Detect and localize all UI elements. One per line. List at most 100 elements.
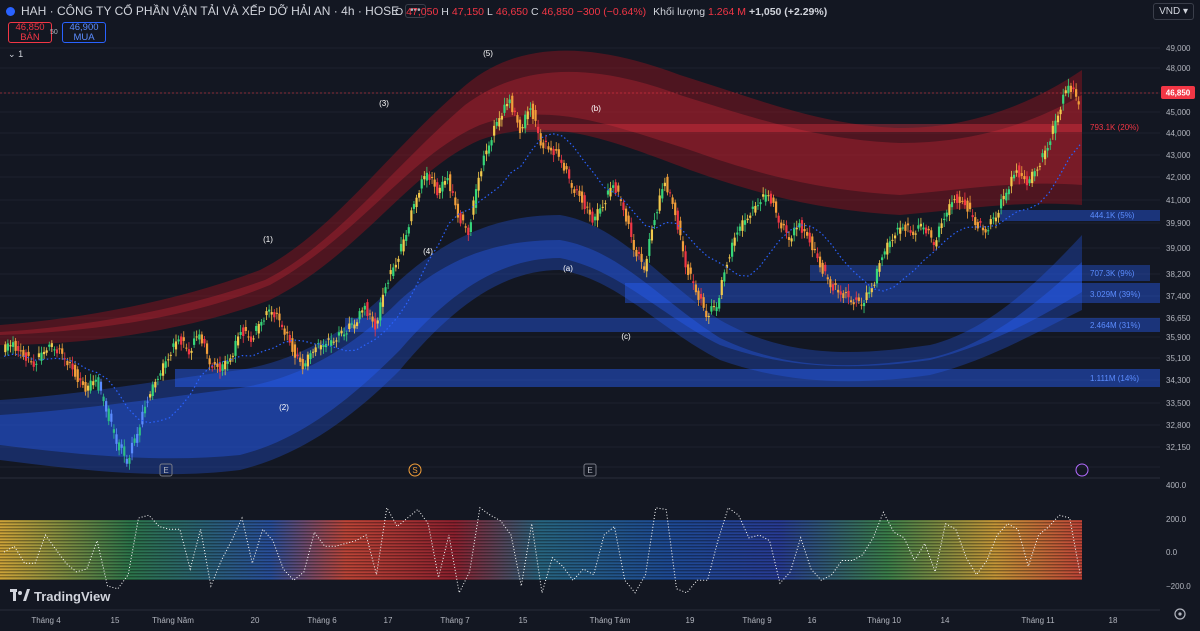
- candle-body: [314, 347, 317, 353]
- candle-body: [606, 190, 610, 195]
- candle-body: [45, 350, 48, 353]
- candle-body: [935, 240, 938, 247]
- candle-body: [123, 446, 126, 456]
- candle-body: [767, 195, 770, 197]
- event-markers[interactable]: ESE: [159, 463, 1089, 477]
- candle-body: [451, 191, 454, 193]
- candle-body: [335, 340, 338, 342]
- candle-body: [565, 166, 568, 170]
- candle-body: [138, 427, 141, 436]
- buy-button[interactable]: 46,900 MUA: [62, 22, 106, 43]
- candle-body: [549, 147, 553, 151]
- candle-body: [612, 185, 615, 188]
- candle-body: [552, 148, 555, 156]
- time-tick-label: 19: [686, 616, 695, 625]
- candle-body: [635, 249, 638, 257]
- candle-body: [534, 110, 537, 121]
- candle-body: [418, 192, 421, 198]
- currency-selector[interactable]: VND ▾: [1153, 3, 1194, 20]
- candle-body: [24, 352, 28, 361]
- earnings-marker-label: E: [587, 466, 592, 475]
- wave-label: (1): [263, 235, 273, 244]
- candle-body: [759, 202, 762, 205]
- candle-body: [914, 233, 917, 235]
- candle-body: [107, 408, 110, 422]
- candle-body: [906, 223, 910, 226]
- candle-body: [296, 354, 299, 357]
- candle-body: [568, 169, 571, 179]
- price-chart[interactable]: (1) (2) (3) (4) (5) (a) (b) (c) 793.1K (20%) 444…: [0, 0, 1200, 631]
- price-tick-label: 37,400: [1166, 292, 1191, 301]
- symbol-title[interactable]: HAH · CÔNG TY CỔ PHẦN VẬN TẢI VÀ XẾP DỠ …: [21, 4, 399, 18]
- candle-body: [893, 235, 897, 239]
- time-tick-label: Tháng Tám: [590, 616, 631, 625]
- candle-body: [58, 348, 61, 350]
- candle-body: [283, 328, 286, 335]
- candle-body: [500, 115, 504, 120]
- candle-body: [948, 204, 951, 216]
- candle-body: [513, 110, 516, 113]
- oscillator-tick-label: −200.0: [1166, 582, 1191, 591]
- candle-body: [834, 283, 837, 285]
- candle-body: [904, 224, 907, 231]
- tradingview-logo[interactable]: TradingView: [10, 589, 110, 604]
- spread-value: 50: [50, 29, 58, 36]
- candle-body: [293, 344, 297, 358]
- candle-body: [1041, 153, 1044, 158]
- price-axis[interactable]: 49,000 48,000 45,000 44,000 43,000 42,000 41,0…: [1166, 44, 1191, 452]
- candle-body: [984, 229, 987, 233]
- candle-body: [762, 194, 765, 197]
- candle-body: [720, 280, 723, 296]
- candle-body: [42, 351, 46, 355]
- candle-body: [604, 203, 607, 205]
- candle-body: [136, 433, 139, 443]
- candle-body: [837, 289, 840, 293]
- candle-body: [105, 401, 108, 412]
- candle-body: [580, 191, 584, 203]
- candle-body: [203, 338, 206, 344]
- time-tick-label: 14: [941, 616, 950, 625]
- volume-profile-label: 793.1K (20%): [1090, 123, 1139, 132]
- candle-body: [193, 338, 196, 345]
- wave-label: (3): [379, 99, 389, 108]
- candle-body: [1031, 171, 1034, 184]
- candle-body: [154, 381, 157, 388]
- candle-body: [865, 292, 868, 301]
- candle-body: [420, 179, 423, 189]
- indicators-collapse-button[interactable]: ⌄ 1: [8, 49, 23, 60]
- ohlc-change: −300 (−0.64%): [576, 6, 647, 18]
- candle-body: [583, 195, 586, 210]
- candle-body: [627, 215, 630, 225]
- volume-profile-label: 3.029M (39%): [1090, 290, 1141, 299]
- candle-body: [591, 211, 594, 223]
- sell-button[interactable]: 46,850 BÁN: [8, 22, 52, 43]
- candle-body: [586, 206, 589, 208]
- candle-body: [79, 378, 82, 381]
- candle-body: [304, 363, 307, 367]
- candle-body: [842, 293, 845, 299]
- candle-body: [350, 323, 353, 325]
- candle-body: [1007, 189, 1010, 195]
- candle-body: [174, 341, 178, 350]
- candle-body: [518, 119, 522, 134]
- price-tick-label: 33,500: [1166, 399, 1191, 408]
- oscillator-tick-label: 200.0: [1166, 515, 1187, 524]
- currency-label: VND: [1159, 6, 1181, 17]
- candle-body: [459, 213, 462, 224]
- candle-body: [1000, 199, 1003, 209]
- candle-body: [387, 282, 390, 284]
- candle-body: [177, 339, 180, 342]
- candle-body: [870, 287, 873, 293]
- candle-body: [676, 210, 679, 230]
- volume-profile-labels: 793.1K (20%) 444.1K (5%) 707.3K (9%) 3.029M…: [1090, 123, 1141, 383]
- candle-body: [498, 118, 501, 127]
- settings-icon[interactable]: [1174, 608, 1186, 620]
- candle-body: [899, 227, 902, 234]
- candle-body: [159, 373, 162, 376]
- symbol-header: HAH · CÔNG TY CỔ PHẦN VẬN TẢI VÀ XẾP DỠ …: [6, 4, 426, 18]
- time-axis[interactable]: Tháng 4 15 Tháng Năm 20 Tháng 6 17 Tháng 7 15 Th…: [31, 616, 1118, 625]
- candle-body: [172, 343, 175, 347]
- indicators-count: 1: [18, 49, 24, 59]
- candle-body: [503, 104, 506, 113]
- candle-body: [94, 379, 97, 382]
